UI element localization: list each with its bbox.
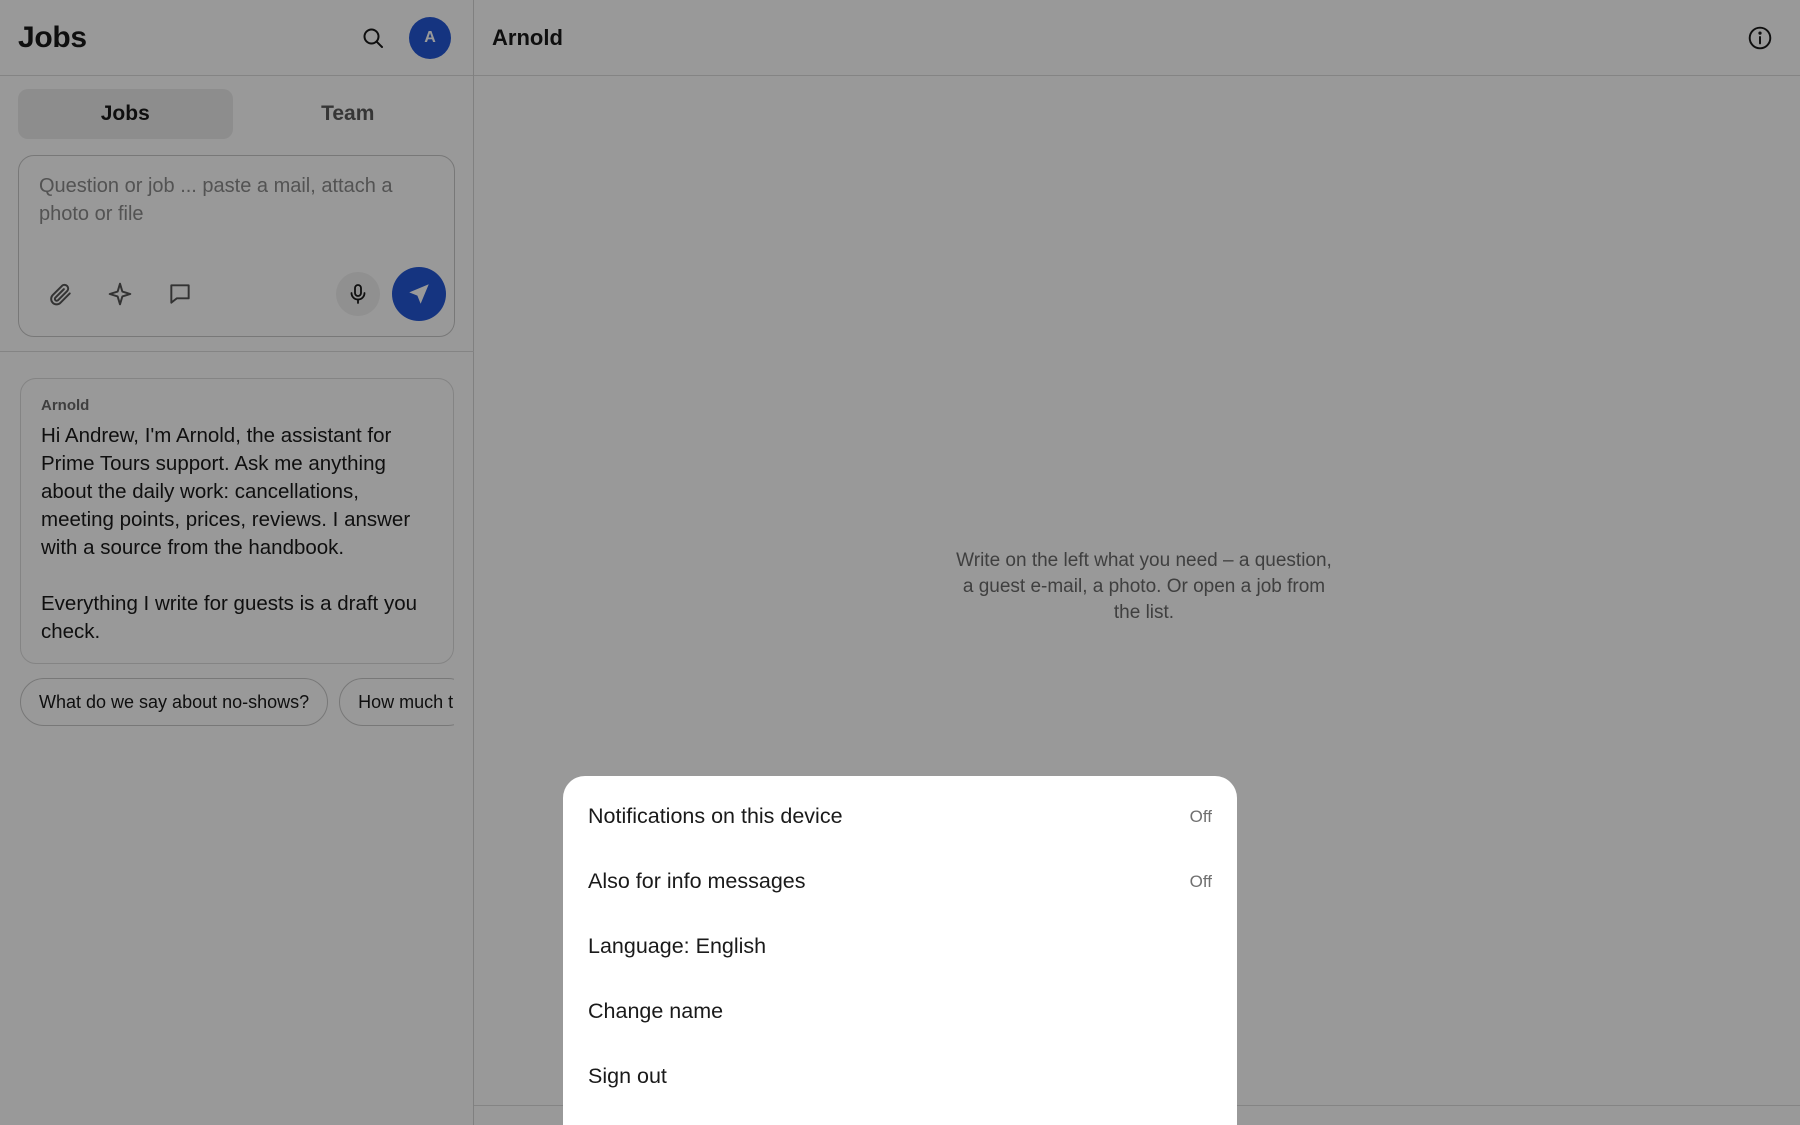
sheet-item-label: Language: English	[588, 934, 767, 958]
notifications-toggle[interactable]: Notifications on this device Off	[563, 784, 1237, 849]
app-root: Jobs A Jobs Team Question or job ... pas…	[0, 0, 1800, 1125]
settings-sheet: Notifications on this device Off Also fo…	[563, 776, 1237, 1125]
change-name-option[interactable]: Change name	[563, 979, 1237, 1044]
sheet-item-label: Also for info messages	[588, 869, 806, 893]
sheet-item-label: Change name	[588, 999, 724, 1023]
info-messages-toggle[interactable]: Also for info messages Off	[563, 849, 1237, 914]
language-option[interactable]: Language: English	[563, 914, 1237, 979]
sheet-item-label: Notifications on this device	[588, 804, 843, 828]
sheet-item-value: Off	[1189, 871, 1212, 891]
sign-out-option[interactable]: Sign out	[563, 1044, 1237, 1109]
sheet-item-label: Sign out	[588, 1064, 667, 1088]
sheet-item-value: Off	[1189, 806, 1212, 826]
